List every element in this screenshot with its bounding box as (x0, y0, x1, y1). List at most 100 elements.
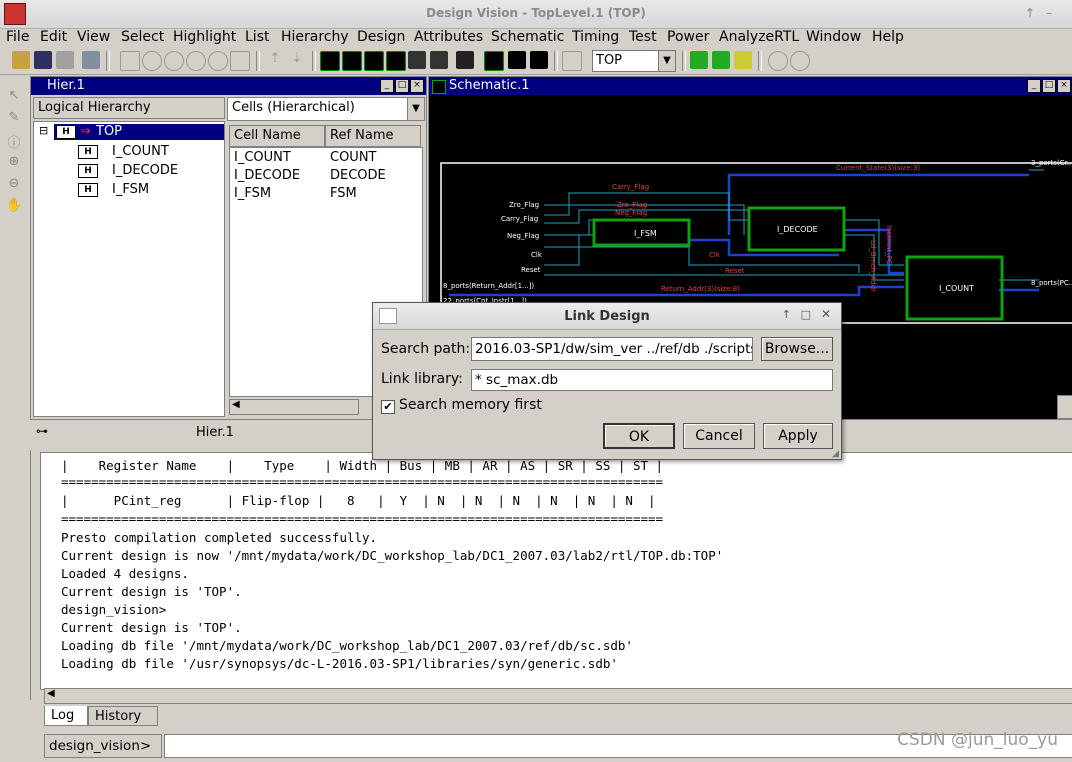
hier-badge-icon: H (78, 183, 98, 197)
menu-select[interactable]: Select (121, 29, 164, 45)
menu-schematic[interactable]: Schematic (491, 29, 564, 45)
menu-design[interactable]: Design (357, 29, 405, 45)
menu-attributes[interactable]: Attributes (414, 29, 483, 45)
apply-button[interactable]: Apply (763, 423, 833, 449)
text-icon[interactable] (508, 51, 526, 69)
maximize-icon[interactable]: ↑ (1025, 6, 1035, 20)
table-row[interactable]: I_COUNT COUNT (232, 150, 418, 168)
menu-list[interactable]: List (245, 29, 269, 45)
compile-ultra-icon[interactable] (712, 51, 730, 69)
menu-view[interactable]: View (77, 29, 110, 45)
search-memory-checkbox[interactable]: ✔ (381, 400, 395, 414)
search-path-input[interactable]: 2016.03-SP1/dw/sim_ver ../ref/db ./scrip… (471, 337, 753, 361)
zoom-sel-icon[interactable] (208, 51, 228, 71)
log-horizontal-scrollbar[interactable]: ◀ (44, 688, 1072, 704)
scroll-left-icon[interactable]: ◀ (47, 688, 55, 699)
command-prompt-label: design_vision> (49, 738, 152, 754)
minimize-icon[interactable]: _ (380, 79, 394, 93)
properties-icon[interactable] (82, 51, 100, 69)
resize-grip-icon[interactable]: ◢ (832, 449, 839, 459)
scroll-left-icon[interactable]: ◀ (232, 399, 240, 410)
ok-button[interactable]: OK (603, 423, 675, 449)
close-icon[interactable]: × (410, 79, 424, 93)
shade-icon[interactable]: ↑ (782, 308, 791, 321)
zoom-box-icon[interactable] (230, 51, 250, 71)
menu-help[interactable]: Help (872, 29, 904, 45)
ref-name: COUNT (330, 150, 377, 165)
browse-button[interactable]: Browse... (761, 337, 833, 361)
tree-item-i-fsm[interactable]: H I_FSM (78, 182, 218, 198)
histogram-icon[interactable] (430, 51, 448, 69)
schematic-sel-icon[interactable] (342, 51, 362, 71)
maximize-icon[interactable]: □ (1042, 79, 1056, 93)
cancel-button[interactable]: Cancel (683, 423, 755, 449)
layout-icon[interactable] (484, 51, 504, 71)
splitter[interactable] (30, 450, 39, 700)
pencil-icon[interactable]: ✎ (6, 110, 22, 126)
maximize-icon[interactable]: □ (801, 308, 811, 321)
tree-item-i-count[interactable]: H I_COUNT (78, 144, 218, 160)
tab-log[interactable]: Log (44, 706, 88, 726)
save-icon[interactable] (34, 51, 52, 69)
design-combo-value: TOP (596, 53, 623, 68)
chevron-down-icon[interactable]: ▼ (658, 51, 675, 71)
print-icon[interactable] (56, 51, 74, 69)
pan-hand-icon[interactable]: ✋ (6, 198, 22, 214)
console-log[interactable]: | Register Name | Type | Width | Bus | M… (40, 452, 1072, 690)
link-library-input[interactable]: * sc_max.db (471, 369, 833, 391)
list-icon[interactable] (562, 51, 582, 71)
zoom-in-2-icon[interactable] (768, 51, 788, 71)
vertical-scrollbar[interactable] (1057, 395, 1072, 419)
symbol-icon[interactable] (408, 51, 426, 69)
compile-icon[interactable] (690, 51, 708, 69)
port-label: Neg_Flag (507, 232, 539, 240)
tree-item-top[interactable]: H ⇒ TOP (54, 124, 224, 140)
horizontal-scrollbar[interactable]: ◀ (229, 399, 359, 415)
menu-power[interactable]: Power (667, 29, 709, 45)
timing-icon[interactable] (456, 51, 474, 69)
collapse-icon[interactable]: ⊟ (39, 124, 48, 137)
zoom-prev-icon[interactable] (186, 51, 206, 71)
menu-timing[interactable]: Timing (572, 29, 619, 45)
table-row[interactable]: I_FSM FSM (232, 186, 418, 204)
dock-icon[interactable]: ⊶ (36, 424, 48, 438)
menu-window[interactable]: Window (806, 29, 861, 45)
cells-dropdown[interactable]: Cells (Hierarchical) ▼ (227, 97, 425, 121)
minimize-icon[interactable]: _ (1027, 79, 1041, 93)
menu-highlight[interactable]: Highlight (173, 29, 236, 45)
menu-analyzertl[interactable]: AnalyzeRTL (719, 29, 799, 45)
open-icon[interactable] (12, 51, 30, 69)
menu-test[interactable]: Test (629, 29, 657, 45)
zoom-out-2-icon[interactable] (790, 51, 810, 71)
zoom-in-tool-icon[interactable]: ⊕ (6, 154, 22, 170)
schematic-icon[interactable] (320, 51, 340, 71)
command-prompt-button[interactable]: design_vision> (44, 734, 162, 758)
minimize-icon[interactable]: – (1046, 6, 1052, 20)
tab-history[interactable]: History (88, 706, 158, 726)
info-icon[interactable]: ⓘ (6, 132, 22, 151)
select-arrow-icon[interactable]: ↖ (6, 88, 22, 104)
col-ref-name[interactable]: Ref Name (325, 125, 421, 147)
col-cell-name[interactable]: Cell Name (229, 125, 325, 147)
check-icon[interactable] (734, 51, 752, 69)
zoom-out-icon[interactable] (164, 51, 184, 71)
path-schematic-icon[interactable] (364, 51, 384, 71)
chevron-down-icon[interactable]: ▼ (407, 98, 424, 120)
maximize-icon[interactable]: □ (395, 79, 409, 93)
lower-panel-title: Hier.1 (196, 425, 234, 440)
close-icon[interactable]: × (1057, 79, 1071, 93)
tree-item-i-decode[interactable]: H I_DECODE (78, 163, 218, 179)
table-row[interactable]: I_DECODE DECODE (232, 168, 418, 186)
fanin-icon[interactable] (386, 51, 406, 71)
menu-hierarchy[interactable]: Hierarchy (281, 29, 349, 45)
menu-file[interactable]: File (6, 29, 29, 45)
zoom-fit-icon[interactable] (120, 51, 140, 71)
zoom-in-icon[interactable] (142, 51, 162, 71)
close-icon[interactable]: ✕ (821, 307, 831, 321)
design-combo[interactable]: TOP ▼ (592, 50, 676, 72)
menu-edit[interactable]: Edit (40, 29, 67, 45)
up-hier-icon[interactable]: ⇡ (266, 51, 284, 69)
down-hier-icon[interactable]: ⇣ (288, 51, 306, 69)
zoom-out-tool-icon[interactable]: ⊖ (6, 176, 22, 192)
wave-icon[interactable] (530, 51, 548, 69)
